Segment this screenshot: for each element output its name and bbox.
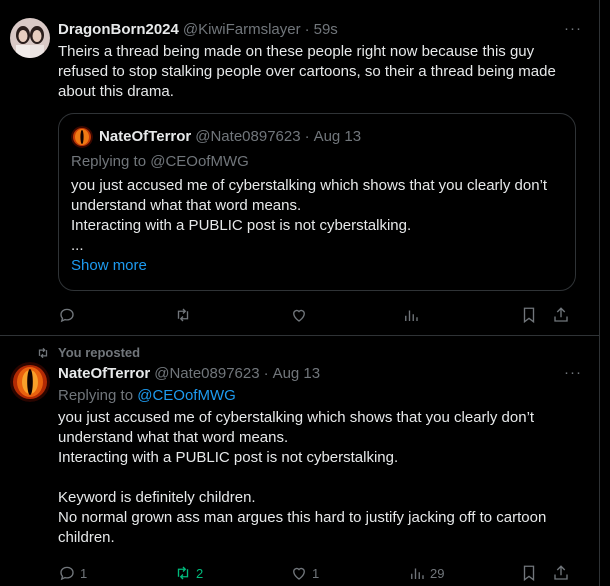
- more-icon[interactable]: ···: [564, 364, 582, 381]
- bookmark-button[interactable]: [520, 564, 538, 582]
- post-header: NateOfTerror @Nate0897623 · Aug 13: [58, 364, 582, 384]
- bookmark-button[interactable]: [520, 306, 538, 324]
- view-count: 29: [430, 565, 445, 581]
- quote-user-handle[interactable]: @Nate0897623: [195, 127, 300, 147]
- show-more-link[interactable]: Show more: [71, 256, 563, 276]
- reply-icon: [60, 566, 74, 581]
- repost-label-text[interactable]: You reposted: [58, 345, 140, 360]
- action-bar: 1 2 1 29: [58, 562, 578, 584]
- quote-text: you just accused me of cyberstalking whi…: [71, 177, 548, 254]
- views-icon: [411, 568, 424, 579]
- post-time[interactable]: 59s: [314, 20, 338, 40]
- quote-date[interactable]: Aug 13: [314, 127, 362, 147]
- bookmark-icon: [523, 307, 535, 324]
- bookmark-icon: [523, 565, 535, 582]
- quote-avatar: [71, 126, 93, 148]
- share-button[interactable]: [552, 306, 570, 324]
- replying-prefix: Replying to: [71, 153, 151, 170]
- action-bar: [58, 304, 578, 326]
- post-content: DragonBorn2024 @KiwiFarmslayer · 59s ···…: [58, 20, 582, 102]
- post-nateofterror[interactable]: You reposted NateOfTerror @Nate0897623 ·…: [0, 337, 600, 586]
- reply-count: 1: [80, 565, 88, 581]
- repost-count: 2: [196, 565, 204, 581]
- more-icon[interactable]: ···: [564, 20, 582, 37]
- display-name[interactable]: DragonBorn2024: [58, 20, 179, 40]
- share-icon: [554, 307, 568, 322]
- separator: ·: [304, 128, 310, 145]
- repost-icon: [177, 308, 189, 322]
- quoted-post[interactable]: NateOfTerror @Nate0897623 · Aug 13 Reply…: [58, 113, 576, 291]
- timeline-feed: DragonBorn2024 @KiwiFarmslayer · 59s ···…: [0, 0, 600, 586]
- replying-mention[interactable]: @CEOofMWG: [150, 153, 249, 170]
- separator: ·: [263, 365, 269, 382]
- share-icon: [554, 565, 568, 580]
- like-icon: [293, 309, 305, 322]
- reply-icon: [60, 308, 74, 323]
- replying-mention[interactable]: @CEOofMWG: [137, 387, 236, 404]
- reply-button[interactable]: [58, 306, 76, 324]
- like-button[interactable]: 1: [290, 564, 319, 582]
- repost-button[interactable]: [174, 306, 192, 324]
- repost-icon: [177, 566, 189, 580]
- post-text: Theirs a thread being made on these peop…: [58, 43, 556, 100]
- quote-header: NateOfTerror @Nate0897623 · Aug 13: [71, 126, 563, 148]
- post-text: you just accused me of cyberstalking whi…: [58, 409, 547, 546]
- avatar[interactable]: [10, 362, 50, 402]
- post-header: DragonBorn2024 @KiwiFarmslayer · 59s: [58, 20, 582, 40]
- views-button[interactable]: [402, 306, 420, 324]
- post-date[interactable]: Aug 13: [273, 364, 321, 384]
- views-button[interactable]: 29: [408, 564, 444, 582]
- repost-button[interactable]: 2: [174, 564, 203, 582]
- replying-prefix: Replying to: [58, 387, 138, 404]
- avatar[interactable]: [10, 18, 50, 58]
- replying-to: Replying to @CEOofMWG: [71, 152, 563, 172]
- like-button[interactable]: [290, 306, 308, 324]
- user-handle[interactable]: @KiwiFarmslayer: [183, 20, 301, 40]
- repost-icon: [38, 347, 48, 358]
- user-handle[interactable]: @Nate0897623: [154, 364, 259, 384]
- separator: ·: [304, 21, 310, 38]
- replying-to: Replying to @CEOofMWG: [58, 386, 582, 406]
- like-count: 1: [312, 565, 320, 581]
- reply-button[interactable]: 1: [58, 564, 87, 582]
- display-name[interactable]: NateOfTerror: [58, 364, 150, 384]
- share-button[interactable]: [552, 564, 570, 582]
- post-dragonborn[interactable]: DragonBorn2024 @KiwiFarmslayer · 59s ···…: [0, 0, 600, 336]
- repost-context: You reposted: [36, 345, 140, 360]
- post-content: NateOfTerror @Nate0897623 · Aug 13 ··· R…: [58, 364, 582, 548]
- views-icon: [405, 310, 418, 321]
- like-icon: [293, 567, 305, 580]
- quote-display-name[interactable]: NateOfTerror: [99, 127, 191, 147]
